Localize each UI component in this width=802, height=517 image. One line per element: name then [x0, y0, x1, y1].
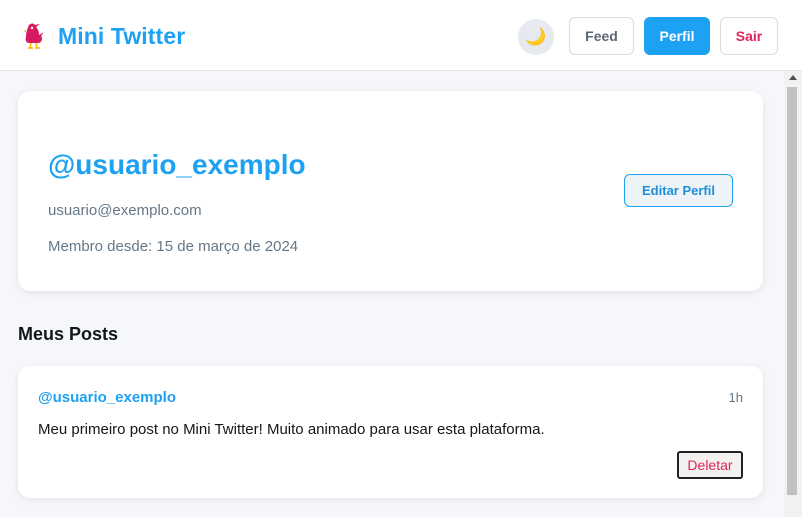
post-content: Meu primeiro post no Mini Twitter! Muito… [38, 421, 545, 438]
vertical-scrollbar[interactable] [784, 71, 802, 517]
scrollbar-thumb[interactable] [787, 87, 797, 495]
post-author[interactable]: @usuario_exemplo [38, 389, 176, 406]
post-card: @usuario_exemplo 1h Meu primeiro post no… [18, 366, 763, 498]
scroll-up-arrow-icon[interactable] [789, 75, 797, 80]
edit-profile-button[interactable]: Editar Perfil [624, 174, 733, 207]
profile-email: usuario@exemplo.com [48, 202, 202, 219]
delete-post-button[interactable]: Deletar [677, 451, 743, 479]
perfil-button[interactable]: Perfil [644, 17, 710, 55]
profile-username: @usuario_exemplo [48, 149, 306, 180]
logout-button[interactable]: Sair [720, 17, 778, 55]
app-title: Mini Twitter [58, 22, 186, 49]
app-logo[interactable]: Mini Twitter [22, 22, 185, 50]
my-posts-heading: Meus Posts [18, 324, 119, 344]
profile-member-since: Membro desde: 15 de março de 2024 [48, 238, 299, 255]
bird-icon [23, 23, 44, 49]
moon-icon: 🌙 [525, 27, 547, 46]
post-timestamp: 1h [728, 390, 743, 405]
theme-toggle-button[interactable]: 🌙 [518, 19, 554, 55]
profile-card: @usuario_exemplo usuario@exemplo.com Mem… [18, 91, 763, 291]
feed-button[interactable]: Feed [569, 17, 634, 55]
app-header: Mini Twitter 🌙 Feed Perfil Sair [0, 0, 802, 71]
